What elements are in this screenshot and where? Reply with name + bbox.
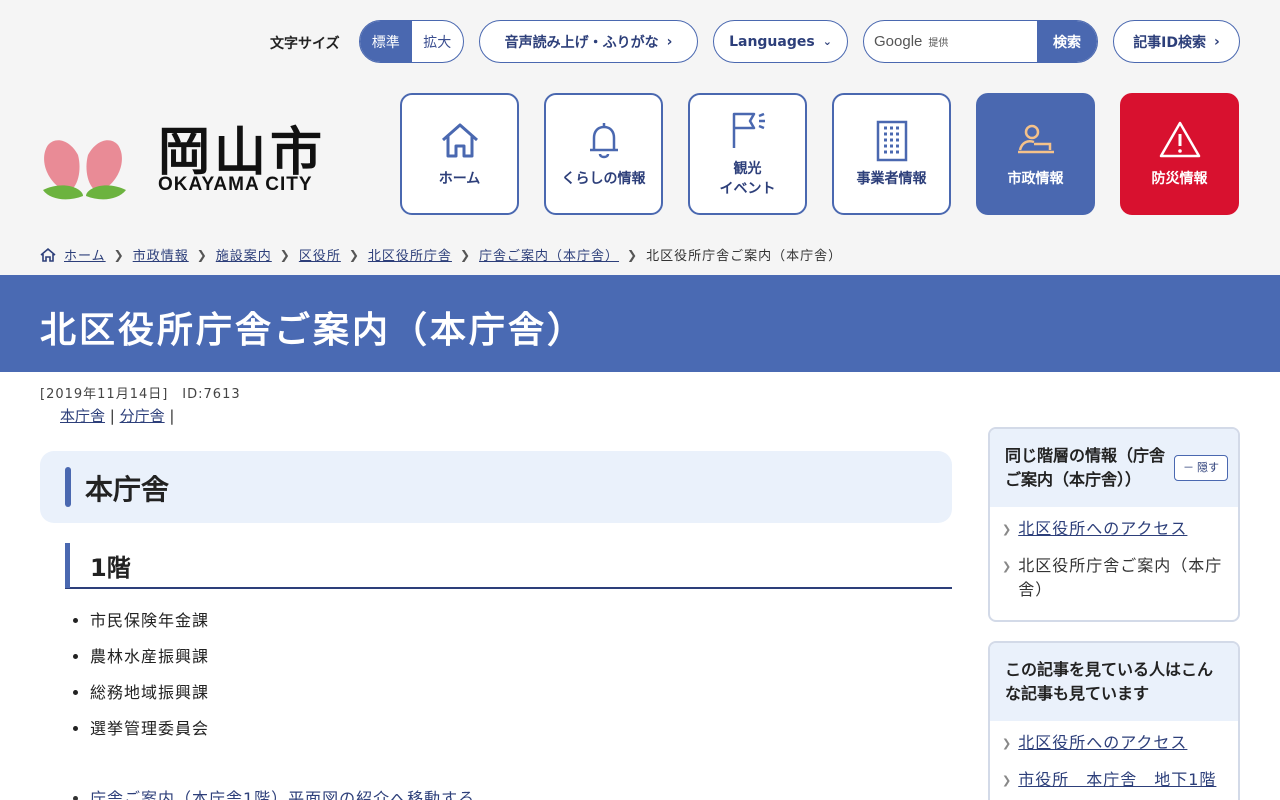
heading-accent xyxy=(65,467,71,507)
bell-icon xyxy=(589,123,618,159)
list-item: 選挙管理委員会 xyxy=(90,717,209,753)
also-viewed-header: この記事を見ている人はこんな記事も見ています xyxy=(990,643,1238,721)
breadcrumb-facilities[interactable]: 施設案内 xyxy=(216,245,272,264)
warning-icon xyxy=(1159,121,1200,158)
chevron-right-icon: ❯ xyxy=(627,247,639,262)
chevron-right-icon: ❯ xyxy=(113,247,125,262)
chevron-right-icon: ❯ xyxy=(348,247,360,262)
nav-disaster-label: 防災情報 xyxy=(1151,171,1208,188)
nav-living[interactable]: くらしの情報 xyxy=(544,93,663,215)
nav-business-label: 事業者情報 xyxy=(856,171,927,188)
nav-disaster[interactable]: 防災情報 xyxy=(1120,93,1239,215)
chevron-right-icon: › xyxy=(1214,33,1220,50)
building-icon xyxy=(876,120,907,162)
flag-icon xyxy=(732,113,765,149)
breadcrumb: ホーム ❯ 市政情報 ❯ 施設案内 ❯ 区役所 ❯ 北区役所庁舎 ❯ 庁舎ご案内（本庁舎）… xyxy=(40,245,842,264)
search-provided-label: 提供 xyxy=(928,38,949,49)
same-level-title: 同じ階層の情報（庁舎ご案内（本庁舎）） xyxy=(1005,446,1166,489)
search-button[interactable]: 検索 xyxy=(1037,21,1097,62)
read-aloud-label: 音声読み上げ・ふりがな xyxy=(504,34,659,51)
list-item: 市民保険年金課 xyxy=(90,609,209,645)
also-viewed-title: この記事を見ている人はこんな記事も見ています xyxy=(1005,660,1214,703)
breadcrumb-kita-ward[interactable]: 北区役所庁舎 xyxy=(368,245,452,264)
same-level-list: ❯ 北区役所へのアクセス ❯ 北区役所庁舎ご案内（本庁舎） xyxy=(990,507,1238,620)
sidebar-link-access[interactable]: 北区役所へのアクセス xyxy=(1018,731,1187,756)
heading-accent xyxy=(65,543,70,588)
nav-home[interactable]: ホーム xyxy=(400,93,519,215)
podium-icon xyxy=(1017,124,1054,154)
nav-city-admin-label: 市政情報 xyxy=(1007,171,1064,188)
google-brand: Google xyxy=(874,33,923,50)
floor-plan-link[interactable]: 庁舎ご案内（本庁舎1階）平面図の紹介へ移動する xyxy=(90,789,475,800)
font-size-large-button[interactable]: 拡大 xyxy=(412,21,464,62)
article-id-search-button[interactable]: 記事ID検索 › xyxy=(1113,20,1240,63)
font-size-standard-button[interactable]: 標準 xyxy=(360,21,412,62)
article-id-search-label: 記事ID検索 xyxy=(1133,34,1207,51)
floor-title: 1階 xyxy=(90,554,131,582)
chevron-right-icon: ❯ xyxy=(1002,737,1013,750)
breadcrumb-ward-offices[interactable]: 区役所 xyxy=(299,245,341,264)
home-icon xyxy=(40,247,56,262)
same-level-header: 同じ階層の情報（庁舎ご案内（本庁舎）） － 隠す xyxy=(990,429,1238,507)
list-item: 庁舎ご案内（本庁舎1階）平面図の紹介へ移動する xyxy=(90,785,475,800)
nav-business[interactable]: 事業者情報 xyxy=(832,93,951,215)
also-viewed-panel: この記事を見ている人はこんな記事も見ています ❯ 北区役所へのアクセス ❯ 市役所 … xyxy=(988,641,1240,800)
nav-city-admin[interactable]: 市政情報 xyxy=(976,93,1095,215)
list-item: 総務地域振興課 xyxy=(90,681,209,717)
breadcrumb-building-guide[interactable]: 庁舎ご案内（本庁舎） xyxy=(479,245,619,264)
sidebar-current-page: 北区役所庁舎ご案内（本庁舎） xyxy=(1018,556,1223,599)
font-size-toggle: 標準 拡大 xyxy=(359,20,464,63)
also-viewed-list: ❯ 北区役所へのアクセス ❯ 市役所 本庁舎 地下1階 xyxy=(990,721,1238,800)
breadcrumb-home[interactable]: ホーム xyxy=(64,245,106,264)
site-search: Google 提供 検索 xyxy=(863,20,1098,63)
breadcrumb-current: 北区役所庁舎ご案内（本庁舎） xyxy=(646,249,843,264)
hide-button[interactable]: － 隠す xyxy=(1174,455,1228,481)
languages-button[interactable]: Languages ⌄ xyxy=(713,20,848,63)
page-title-band: 北区役所庁舎ご案内（本庁舎） xyxy=(0,275,1280,372)
anchor-main-building[interactable]: 本庁舎 xyxy=(60,407,105,425)
sidebar-link-access[interactable]: 北区役所へのアクセス xyxy=(1018,517,1187,542)
chevron-right-icon: › xyxy=(666,33,673,50)
nav-living-label: くらしの情報 xyxy=(561,171,646,188)
page-anchors: 本庁舎 | 分庁舎 | xyxy=(60,407,175,425)
page-meta: [2019年11月14日] ID:7613 xyxy=(40,387,241,402)
nav-tourism[interactable]: 観光 イベント xyxy=(688,93,807,215)
site-subtitle: OKAYAMA CITY xyxy=(158,174,313,195)
floor-heading: 1階 xyxy=(65,543,952,589)
section-title: 本庁舎 xyxy=(85,473,170,506)
peach-mascot-logo xyxy=(43,140,126,200)
section-heading: 本庁舎 xyxy=(40,451,952,523)
same-level-panel: 同じ階層の情報（庁舎ご案内（本庁舎）） － 隠す ❯ 北区役所へのアクセス ❯ 北区… xyxy=(988,427,1240,622)
list-item: ❯ 北区役所へのアクセス xyxy=(1002,517,1226,542)
chevron-right-icon: ❯ xyxy=(196,247,208,262)
department-list: 市民保険年金課 農林水産振興課 総務地域振興課 選挙管理委員会 xyxy=(90,609,209,753)
list-item: ❯ 北区役所へのアクセス xyxy=(1002,731,1226,756)
minus-icon: － xyxy=(1183,461,1194,474)
list-item: ❯ 北区役所庁舎ご案内（本庁舎） xyxy=(1002,554,1226,602)
chevron-right-icon: ❯ xyxy=(279,247,291,262)
chevron-right-icon: ❯ xyxy=(459,247,471,262)
chevron-right-icon: ❯ xyxy=(1002,560,1013,573)
breadcrumb-city-admin[interactable]: 市政情報 xyxy=(133,245,189,264)
hide-label: 隠す xyxy=(1197,461,1219,474)
search-input[interactable]: Google 提供 xyxy=(864,21,1037,62)
anchor-annex[interactable]: 分庁舎 xyxy=(120,407,165,425)
list-item: ❯ 市役所 本庁舎 地下1階 xyxy=(1002,768,1226,793)
font-size-label: 文字サイズ xyxy=(270,36,340,52)
list-item: 農林水産振興課 xyxy=(90,645,209,681)
sidebar-link-basement[interactable]: 市役所 本庁舎 地下1階 xyxy=(1018,768,1216,793)
chevron-right-icon: ❯ xyxy=(1002,523,1013,536)
floor-plan-links: 庁舎ご案内（本庁舎1階）平面図の紹介へ移動する xyxy=(90,785,475,800)
languages-label: Languages xyxy=(729,33,815,50)
home-icon xyxy=(441,123,478,158)
page-title: 北区役所庁舎ご案内（本庁舎） xyxy=(40,310,587,351)
chevron-right-icon: ❯ xyxy=(1002,774,1013,787)
nav-tourism-label: 観光 イベント xyxy=(719,161,776,197)
site-logo[interactable]: 岡山市 OKAYAMA CITY xyxy=(38,100,338,205)
read-aloud-button[interactable]: 音声読み上げ・ふりがな › xyxy=(479,20,698,63)
nav-home-label: ホーム xyxy=(438,171,481,188)
chevron-down-icon: ⌄ xyxy=(822,35,832,48)
